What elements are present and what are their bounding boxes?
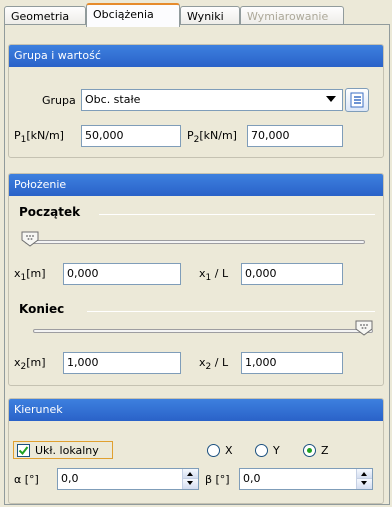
beta-spin-buttons (356, 469, 372, 489)
end-title: Koniec (19, 302, 65, 316)
x1-over-l-label: x1 / L (199, 267, 229, 284)
tab-geometria[interactable]: Geometria (4, 6, 86, 26)
alpha-value: 0,0 (61, 472, 79, 485)
chevron-down-icon (326, 96, 336, 102)
tab-obciazenia[interactable]: Obciążenia (86, 3, 180, 27)
p2-input[interactable]: 70,000 (247, 125, 343, 147)
tab-wyniki[interactable]: Wyniki (180, 6, 240, 26)
position-header: Położenie (9, 174, 383, 196)
local-checkbox[interactable] (17, 444, 30, 457)
alpha-spinner[interactable]: 0,0 (57, 468, 199, 490)
end-slider-track[interactable] (33, 329, 373, 333)
radio-z-label[interactable]: Z (321, 444, 329, 457)
radio-z[interactable] (303, 444, 316, 457)
group-select-value: Obc. stałe (85, 93, 141, 106)
start-divider (99, 214, 375, 215)
x1-over-l-input[interactable]: 0,000 (241, 263, 343, 285)
list-icon (350, 92, 364, 108)
p1-input[interactable]: 50,000 (81, 125, 181, 147)
p1-label: P1[kN/m] (14, 129, 64, 146)
spin-up-icon[interactable] (183, 469, 198, 479)
spin-down-icon[interactable] (357, 479, 372, 489)
end-divider (87, 311, 375, 312)
x2-input[interactable]: 1,000 (63, 352, 181, 374)
radio-x[interactable] (207, 444, 220, 457)
position-panel: Położenie Początek x1[m] 0,000 x1 / L 0,… (8, 173, 384, 386)
group-value-header: Grupa i wartość (9, 45, 383, 67)
alpha-label: α [°] (14, 473, 39, 486)
x2-over-l-label: x2 / L (199, 356, 229, 373)
local-checkbox-label[interactable]: Ukł. lokalny (35, 444, 99, 457)
start-slider-track[interactable] (25, 240, 365, 244)
group-value-panel: Grupa i wartość Grupa Obc. stałe P1[kN/m… (8, 44, 384, 158)
radio-y[interactable] (255, 444, 268, 457)
end-slider-thumb[interactable] (355, 320, 373, 336)
beta-label: β [°] (205, 473, 230, 486)
p2-label: P2[kN/m] (187, 129, 237, 146)
direction-panel: Kierunek Ukł. lokalny X Y Z α [°] 0,0 β … (8, 398, 384, 504)
spin-down-icon[interactable] (183, 479, 198, 489)
radio-x-label[interactable]: X (225, 444, 233, 457)
x2-over-l-input[interactable]: 1,000 (241, 352, 343, 374)
tab-wymiarowanie: Wymiarowanie (240, 6, 344, 26)
start-slider-thumb[interactable] (21, 231, 39, 247)
beta-value: 0,0 (243, 472, 261, 485)
x1-label: x1[m] (14, 267, 46, 284)
group-label: Grupa (42, 94, 76, 107)
beta-spinner[interactable]: 0,0 (239, 468, 373, 490)
x2-label: x2[m] (14, 356, 46, 373)
start-title: Początek (19, 205, 81, 219)
direction-header: Kierunek (9, 399, 383, 421)
radio-y-label[interactable]: Y (273, 444, 280, 457)
spin-up-icon[interactable] (357, 469, 372, 479)
alpha-spin-buttons (182, 469, 198, 489)
group-list-button[interactable] (345, 88, 369, 112)
group-select[interactable]: Obc. stałe (81, 89, 343, 111)
checkmark-icon (18, 446, 29, 456)
x1-input[interactable]: 0,000 (63, 263, 181, 285)
